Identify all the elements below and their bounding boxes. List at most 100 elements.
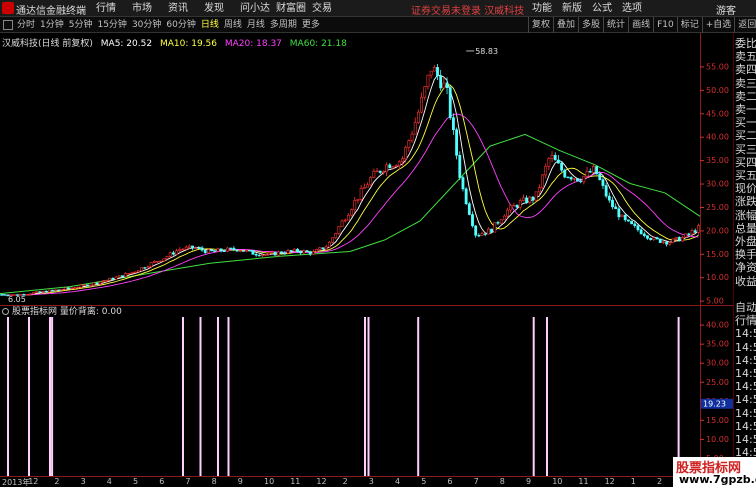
signal-bar — [364, 317, 366, 476]
side-panel-row: 涨跌 — [735, 195, 756, 209]
time-tick-label: 2 — [657, 477, 663, 486]
restore-rights-button[interactable]: 复权 — [528, 17, 553, 33]
statistics-button[interactable]: 统计 — [603, 17, 628, 33]
menu-wealth-circle[interactable]: 财富圈 — [276, 0, 312, 17]
menu-discover[interactable]: 发现 — [204, 0, 240, 17]
multi-stock-button[interactable]: 多股 — [578, 17, 603, 33]
candle-body — [674, 237, 678, 240]
candle-body — [684, 233, 688, 238]
candle-body — [563, 169, 567, 178]
tab-monthly[interactable]: 月线 — [247, 17, 265, 33]
signal-bar — [367, 317, 370, 476]
candle-body — [248, 249, 252, 252]
candle-body — [569, 177, 573, 180]
indicator-tick — [700, 343, 704, 345]
tab-1min[interactable]: 1分钟 — [40, 17, 64, 33]
candle-body — [518, 200, 522, 208]
menu-news[interactable]: 资讯 — [168, 0, 204, 17]
side-panel-row: 卖二 — [735, 89, 756, 103]
candle-body — [668, 242, 672, 245]
ma20-line — [1, 113, 699, 296]
candle-body — [216, 248, 220, 252]
candle-body — [601, 179, 605, 186]
time-tick-label: 1 — [630, 477, 636, 486]
signal-bar — [217, 317, 219, 476]
time-tick-label: 8 — [499, 477, 505, 486]
tab-intraday[interactable]: 分时 — [17, 17, 35, 33]
candle-body — [429, 70, 433, 76]
menu-function[interactable]: 功能 — [532, 0, 552, 17]
tab-daily[interactable]: 日线 — [201, 17, 219, 33]
candle-body — [553, 155, 557, 161]
candle-body — [130, 271, 134, 274]
candle-body — [187, 245, 191, 248]
candle-body — [537, 187, 541, 193]
time-tick-label: 6 — [447, 477, 453, 486]
back-button[interactable]: 返回 — [734, 17, 756, 33]
add-watchlist-button[interactable]: +自选 — [701, 17, 735, 33]
tab-multi-period[interactable]: 多周期 — [270, 17, 297, 33]
side-panel-row: 收益 — [735, 274, 756, 288]
menu-trade[interactable]: 交易 — [312, 0, 348, 17]
tab-60min[interactable]: 60分钟 — [166, 17, 195, 33]
tab-more[interactable]: 更多 — [302, 17, 320, 33]
menu-market[interactable]: 市场 — [132, 0, 168, 17]
indicator-tick-label: 10.00 — [706, 435, 729, 444]
candle-body — [665, 241, 669, 245]
tab-5min[interactable]: 5分钟 — [69, 17, 93, 33]
low-price-label: 6.05 — [8, 295, 26, 304]
candle-body — [264, 254, 268, 256]
time-tick-label: 3 — [368, 477, 374, 486]
candle-body — [614, 206, 618, 210]
guest-user-button[interactable]: 游客 — [716, 2, 736, 17]
menu-ask-xiaoda[interactable]: 问小达 — [240, 0, 276, 17]
app-title: 通达信金融终端 — [16, 6, 86, 17]
price-tick-label: 30.00 — [706, 180, 729, 189]
candle-body — [315, 249, 319, 252]
kline-chart[interactable]: 55.00 50.00 45.00 40.00 35.00 30.00 25.00 20.00… — [0, 33, 733, 477]
time-tick-label: 2 — [54, 477, 60, 486]
tab-30min[interactable]: 30分钟 — [132, 17, 161, 33]
side-panel-row: 14:50 — [735, 433, 756, 446]
candle-body — [646, 235, 649, 239]
time-tick-label: 2 — [342, 477, 348, 486]
candle-body — [54, 289, 58, 291]
candle-body — [124, 273, 128, 278]
signal-bar — [546, 317, 548, 476]
candle-body — [521, 197, 525, 201]
menu-new-version[interactable]: 新版 — [562, 0, 582, 17]
candle-body — [143, 267, 147, 269]
candle-body — [63, 287, 67, 290]
price-tick — [700, 113, 704, 115]
tab-15min[interactable]: 15分钟 — [97, 17, 126, 33]
indicator-tick-label: 40.00 — [706, 321, 729, 330]
menu-quotes[interactable]: 行情 — [96, 0, 132, 17]
side-panel-row: 买二 — [735, 129, 756, 143]
candle-body — [404, 147, 408, 160]
layout-toggle-icon[interactable] — [3, 20, 13, 30]
price-tick-label: 25.00 — [706, 203, 729, 212]
tab-weekly[interactable]: 周线 — [224, 17, 242, 33]
overlay-button[interactable]: 叠加 — [553, 17, 578, 33]
draw-line-button[interactable]: 画线 — [628, 17, 653, 33]
candle-body — [534, 191, 538, 201]
menu-options[interactable]: 选项 — [622, 0, 642, 17]
candle-body — [165, 256, 169, 259]
f10-button[interactable]: F10 — [653, 17, 677, 33]
candle-body — [337, 226, 341, 234]
mark-button[interactable]: 标记 — [676, 17, 702, 33]
candle-body — [649, 238, 653, 240]
main-menu: 行情 市场 资讯 发现 问小达 财富圈 交易 — [96, 0, 348, 17]
candle-body — [296, 248, 299, 253]
indicator-settings-icon[interactable] — [2, 308, 9, 315]
candle-body — [432, 67, 436, 72]
candle-body — [73, 287, 77, 289]
candle-body — [0, 294, 4, 296]
candle-body — [178, 248, 182, 252]
menu-formula[interactable]: 公式 — [592, 0, 612, 17]
trade-login-warning[interactable]: 证券交易未登录 汉威科技 — [411, 2, 524, 17]
candle-body — [114, 276, 118, 280]
candle-body — [525, 197, 529, 204]
candle-body — [642, 233, 646, 236]
quote-side-panel: 委比 卖五 卖四 卖三 卖二 卖一 买一 买二 买三 买四 买五 现价 涨跌 涨幅 总量 外盘 换手 净资 收益 自动… — [733, 33, 756, 487]
